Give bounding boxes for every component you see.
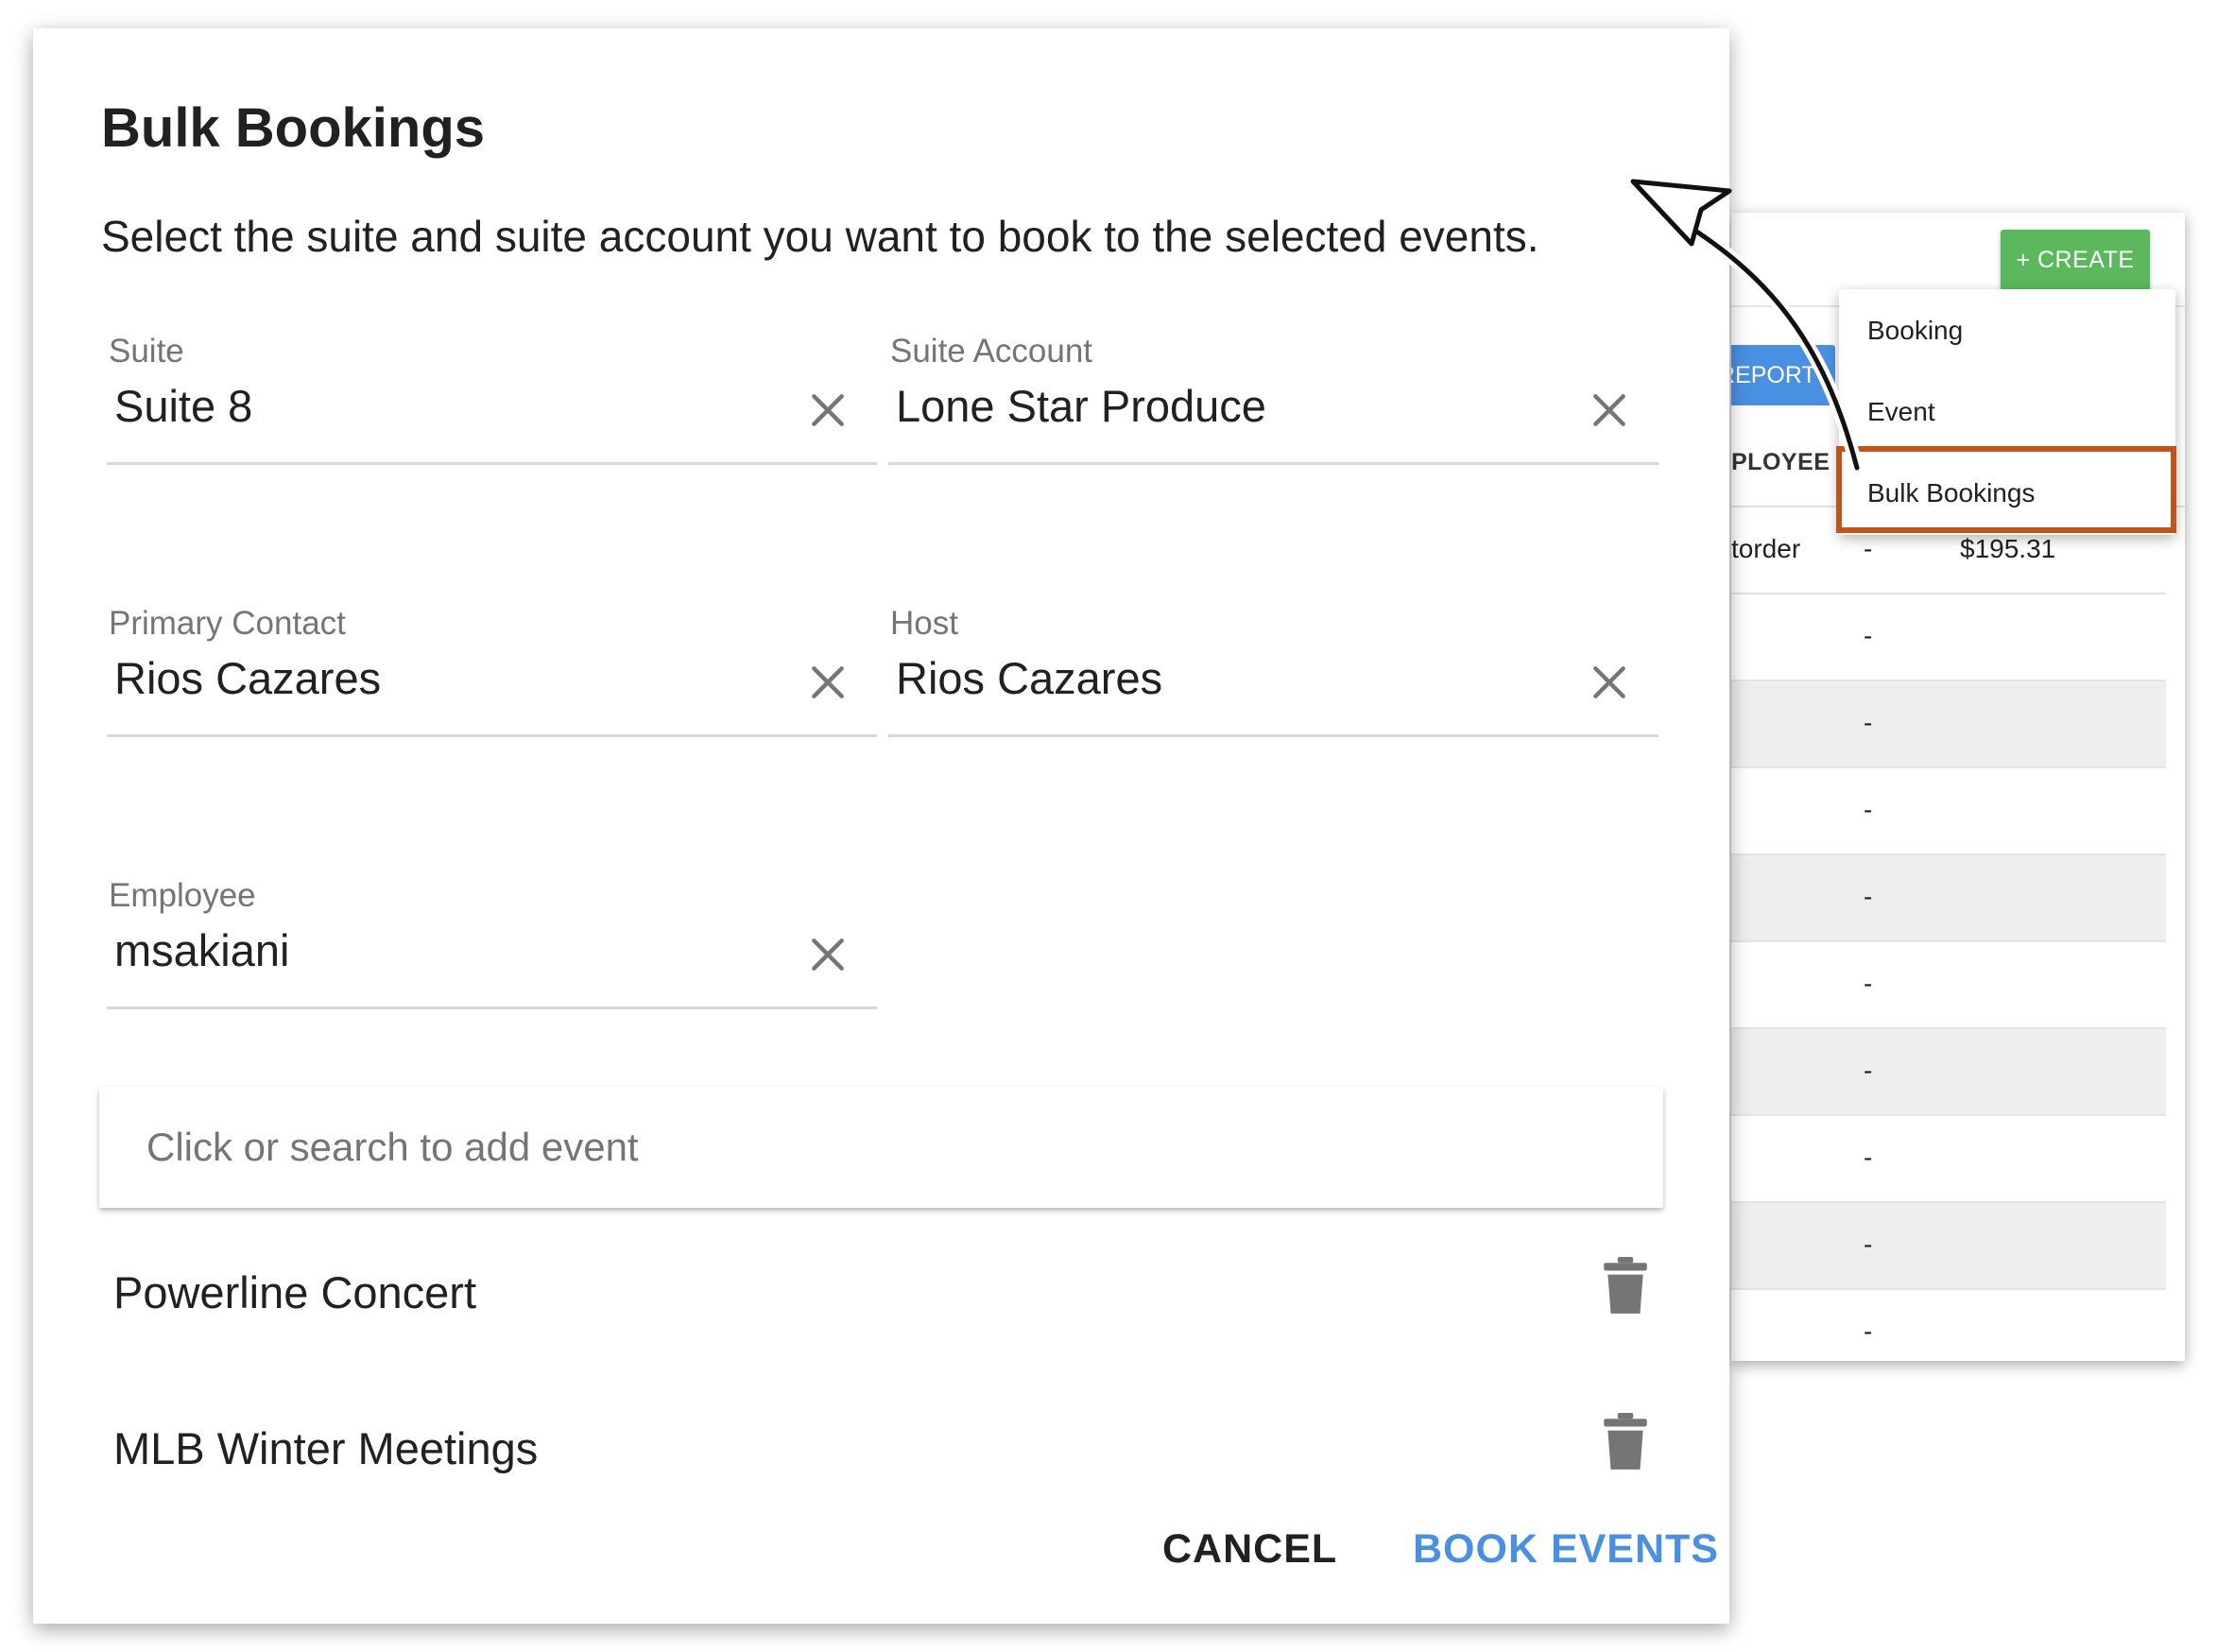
- clear-employee-icon[interactable]: [807, 934, 849, 975]
- event-name: MLB Winter Meetings: [113, 1423, 539, 1473]
- book-events-button[interactable]: BOOK EVENTS: [1413, 1526, 1719, 1573]
- bulk-bookings-highlight: [1836, 446, 2176, 533]
- table-row[interactable]: -: [1731, 681, 2166, 768]
- list-item: MLB Winter Meetings: [99, 1403, 1663, 1507]
- employee-value[interactable]: msakiani: [114, 924, 289, 976]
- suite-account-label: Suite Account: [890, 333, 1093, 370]
- clear-suite-icon[interactable]: [807, 389, 849, 431]
- dialog-title: Bulk Bookings: [101, 97, 486, 159]
- trash-icon[interactable]: [1602, 1413, 1649, 1471]
- table-cell: -: [1864, 1316, 1873, 1346]
- host-value[interactable]: Rios Cazares: [896, 652, 1162, 704]
- dialog-subtitle: Select the suite and suite account you w…: [101, 212, 1539, 261]
- host-field[interactable]: Host Rios Cazares: [888, 605, 1658, 737]
- trash-icon[interactable]: [1602, 1257, 1649, 1316]
- employee-label: Employee: [109, 877, 256, 914]
- host-label: Host: [890, 605, 958, 642]
- event-search-box[interactable]: [99, 1087, 1663, 1208]
- suite-value[interactable]: Suite 8: [114, 380, 252, 432]
- bulk-bookings-dialog: Bulk Bookings Select the suite and suite…: [33, 28, 1729, 1624]
- table-cell: torder: [1731, 534, 1801, 563]
- menu-item-booking[interactable]: Booking: [1867, 316, 1963, 346]
- menu-item-event[interactable]: Event: [1867, 397, 1935, 427]
- table-cell: -: [1864, 882, 1873, 911]
- primary-contact-field[interactable]: Primary Contact Rios Cazares: [107, 605, 877, 737]
- table-cell: -: [1864, 795, 1873, 824]
- suite-field[interactable]: Suite Suite 8: [107, 333, 877, 465]
- table-cell: $195.31: [1960, 534, 2056, 563]
- report-button-label: REPORT: [1731, 361, 1816, 388]
- table-row[interactable]: -: [1731, 594, 2166, 681]
- table-row[interactable]: -: [1731, 855, 2166, 942]
- table-cell: -: [1864, 1143, 1873, 1172]
- primary-contact-value[interactable]: Rios Cazares: [114, 652, 381, 704]
- employee-field[interactable]: Employee msakiani: [107, 877, 877, 1009]
- cancel-button[interactable]: CANCEL: [1162, 1526, 1337, 1573]
- table-cell: -: [1864, 1056, 1873, 1085]
- clear-primary-contact-icon[interactable]: [807, 662, 849, 703]
- table-row[interactable]: -: [1731, 942, 2166, 1029]
- clear-host-icon[interactable]: [1589, 662, 1630, 703]
- list-item: Powerline Concert: [99, 1248, 1663, 1351]
- column-header-employee: PLOYEE: [1731, 449, 1830, 475]
- table-cell: -: [1864, 708, 1873, 737]
- primary-contact-label: Primary Contact: [109, 605, 346, 642]
- event-search-input[interactable]: [99, 1087, 1663, 1208]
- field-underline: [888, 462, 1658, 465]
- suite-label: Suite: [109, 333, 184, 370]
- field-underline: [107, 462, 877, 465]
- report-button[interactable]: REPORT: [1731, 345, 1835, 405]
- create-button[interactable]: + CREATE: [2001, 230, 2150, 290]
- event-name: Powerline Concert: [113, 1267, 477, 1317]
- table-row[interactable]: -: [1731, 1029, 2166, 1116]
- table-cell: -: [1864, 534, 1873, 563]
- table-row[interactable]: -: [1731, 1290, 2166, 1361]
- suite-account-value[interactable]: Lone Star Produce: [896, 380, 1266, 432]
- table-cell: -: [1864, 1230, 1873, 1259]
- suite-account-field[interactable]: Suite Account Lone Star Produce: [888, 333, 1658, 465]
- table-row[interactable]: -: [1731, 1203, 2166, 1290]
- table-row[interactable]: -: [1731, 1116, 2166, 1203]
- field-underline: [107, 1007, 877, 1009]
- table-cell: -: [1864, 621, 1873, 650]
- field-underline: [107, 734, 877, 737]
- table-row[interactable]: -: [1731, 768, 2166, 855]
- clear-suite-account-icon[interactable]: [1589, 389, 1630, 431]
- table-cell: -: [1864, 969, 1873, 998]
- field-underline: [888, 734, 1658, 737]
